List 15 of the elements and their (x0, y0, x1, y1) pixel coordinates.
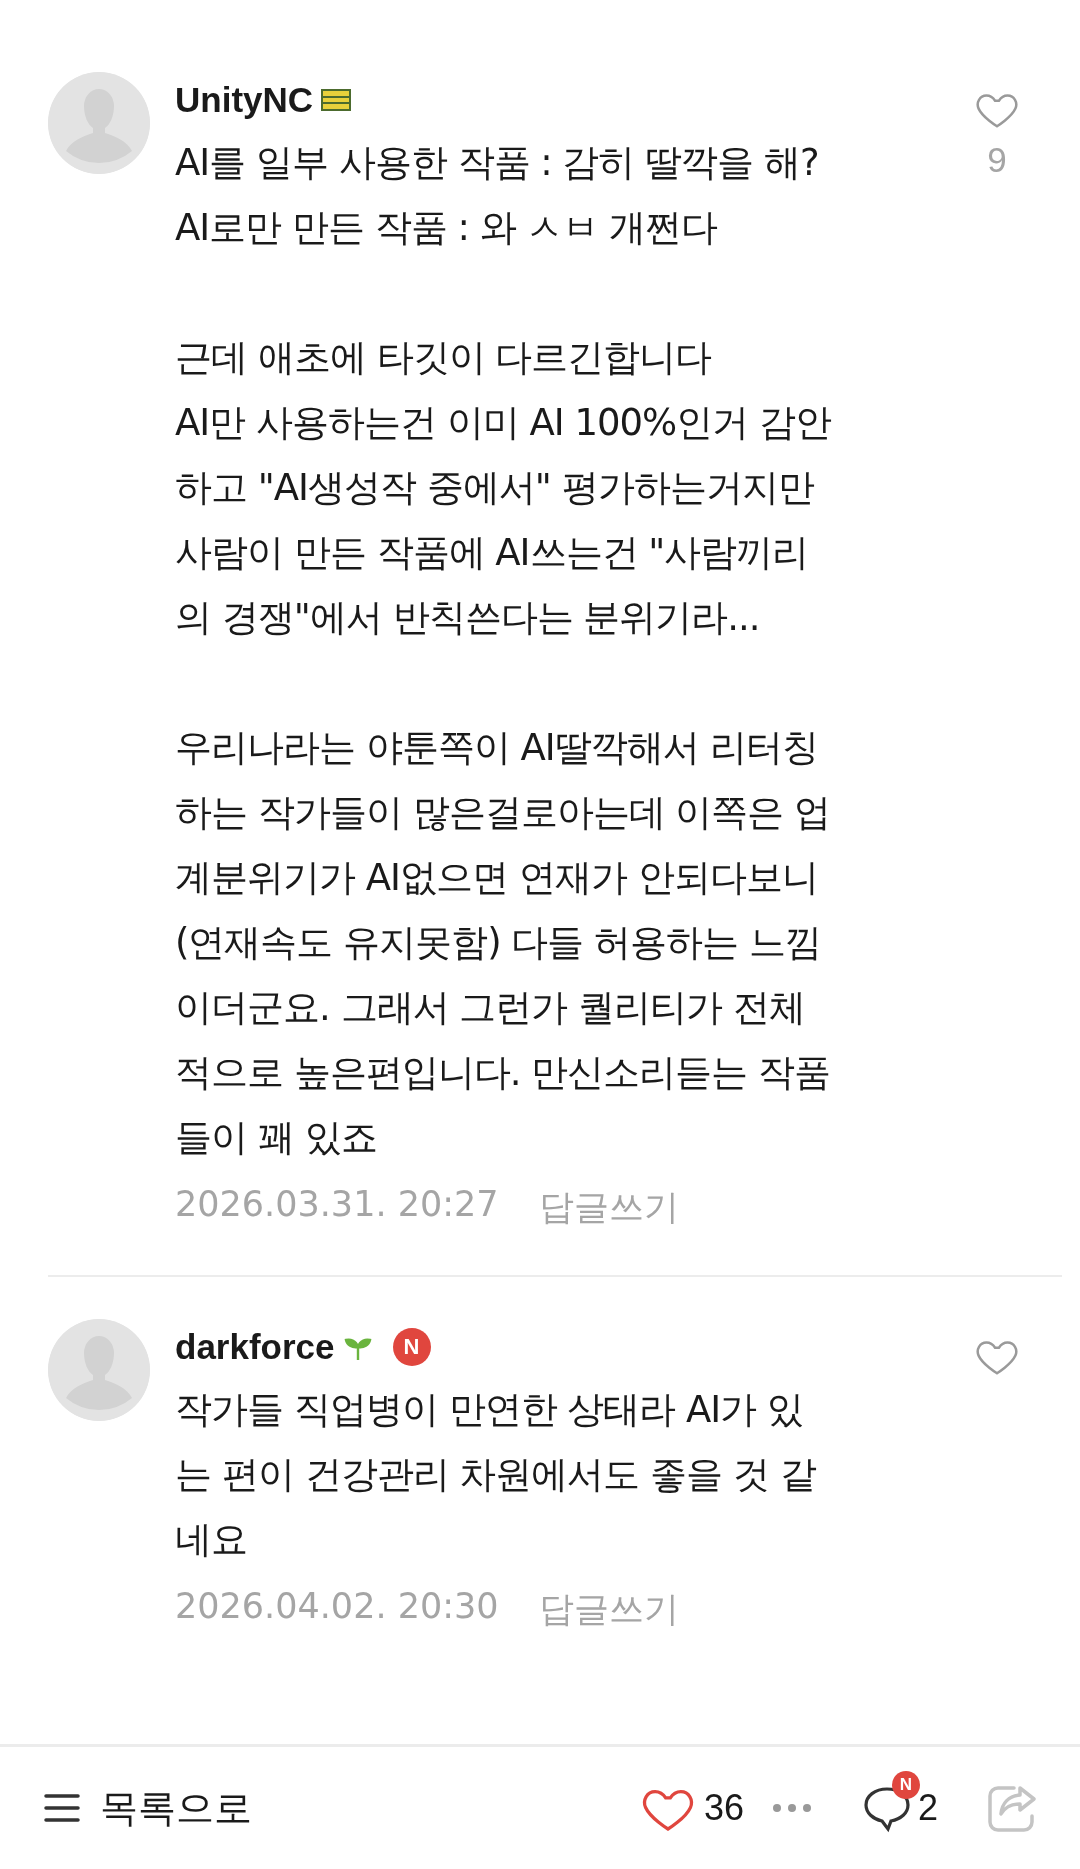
comment-text: AI를 일부 사용한 작품 : 감히 딸깍을 해? AI로만 만든 작품 : 와 ㅅㅂ 개쩐다 근데 애초에 타깃이 다르긴합니다 AI만 사용하는건 이미 AI 100%인거 감안 하고 "AI생성작 중에서" 평가하는거지만 사람이 만든 작품에 AI쓰는건 "사람끼리 의 경쟁"에서 반칙쓴다는 분위기라... 우리나라는 야툰쪽이 AI딸깍해서 리터칭 하는 작가들이 많은걸로아는데 이쪽은 업 계분위기가 AI없으면 연재가 안되다보니 (연재속도 유지못함) 다들 허용하는 느낌 이더군요. 그래서 그런가 퀄리티가 전체 적으로 높은편입니다. 만신소리듣는 작품 들이 꽤 있죠 (175, 140, 833, 1161)
menu-icon[interactable] (44, 1793, 80, 1823)
comment-text: 작가들 직업병이 만연한 상태라 AI가 있 는 편이 건강관리 차원에서도 좋을 것 같 네요 (175, 1387, 817, 1563)
comment-count: 2 (917, 1787, 938, 1829)
username[interactable]: darkforce (175, 1327, 335, 1367)
comment-date: 2026.04.02. 20:30 (175, 1586, 499, 1628)
new-badge: N (891, 1771, 920, 1799)
like-count: 9 (987, 140, 1007, 180)
like-count: 36 (703, 1787, 744, 1829)
list-link[interactable]: 목록으로 (100, 1782, 640, 1834)
username[interactable]: UnityNC (175, 80, 314, 120)
grade-icon (321, 89, 352, 111)
more-icon[interactable] (771, 1803, 812, 1813)
new-badge: N (392, 1328, 431, 1366)
comment-date: 2026.03.31. 20:27 (175, 1184, 499, 1226)
